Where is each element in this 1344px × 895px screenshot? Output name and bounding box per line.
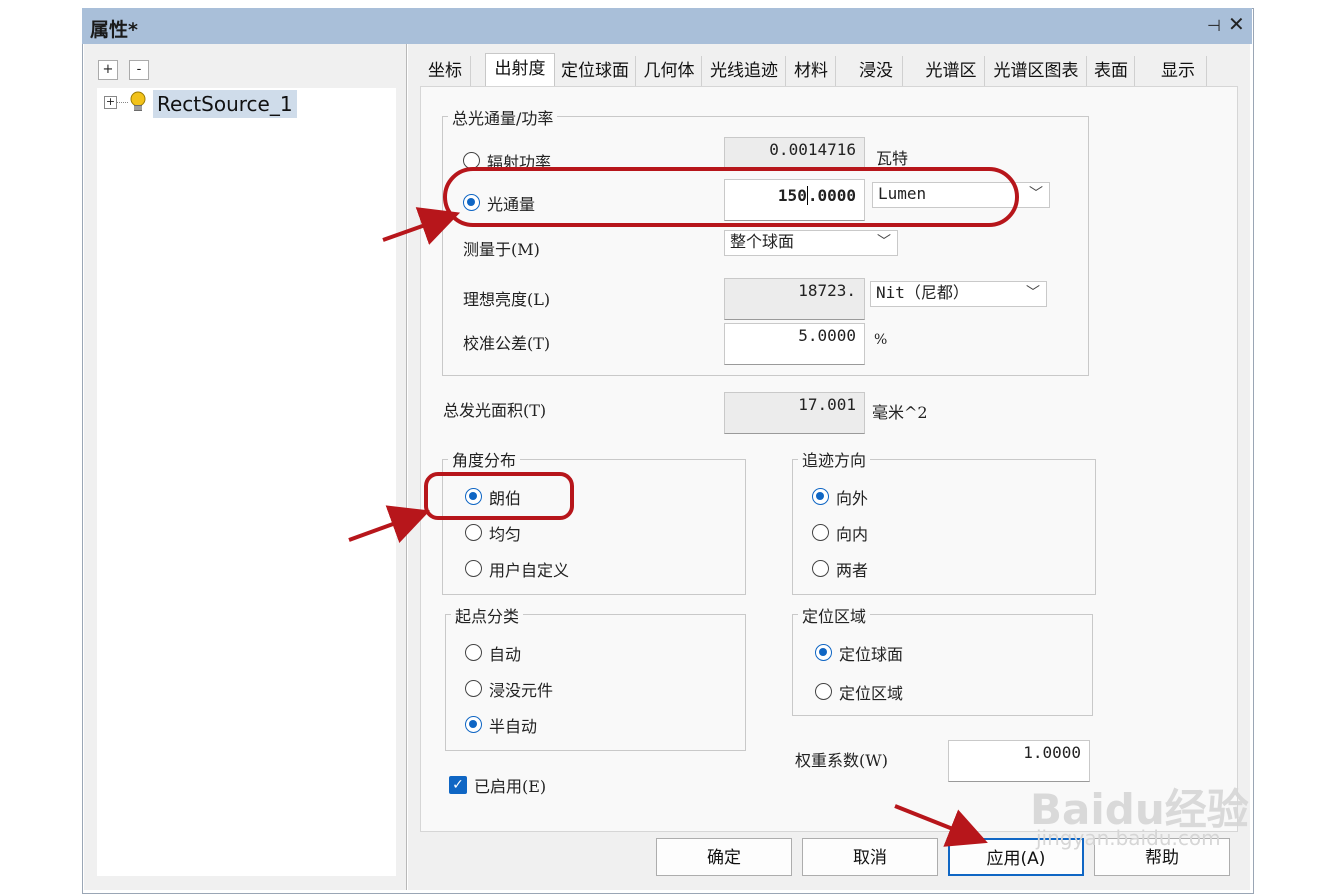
arrow-to-lambertian <box>348 505 431 543</box>
annotation-arrows <box>348 207 988 847</box>
arrow-to-luminous-flux <box>382 207 461 245</box>
arrow-to-apply <box>894 804 988 847</box>
baidu-watermark-url: jingyan.baidu.com <box>1036 826 1221 850</box>
